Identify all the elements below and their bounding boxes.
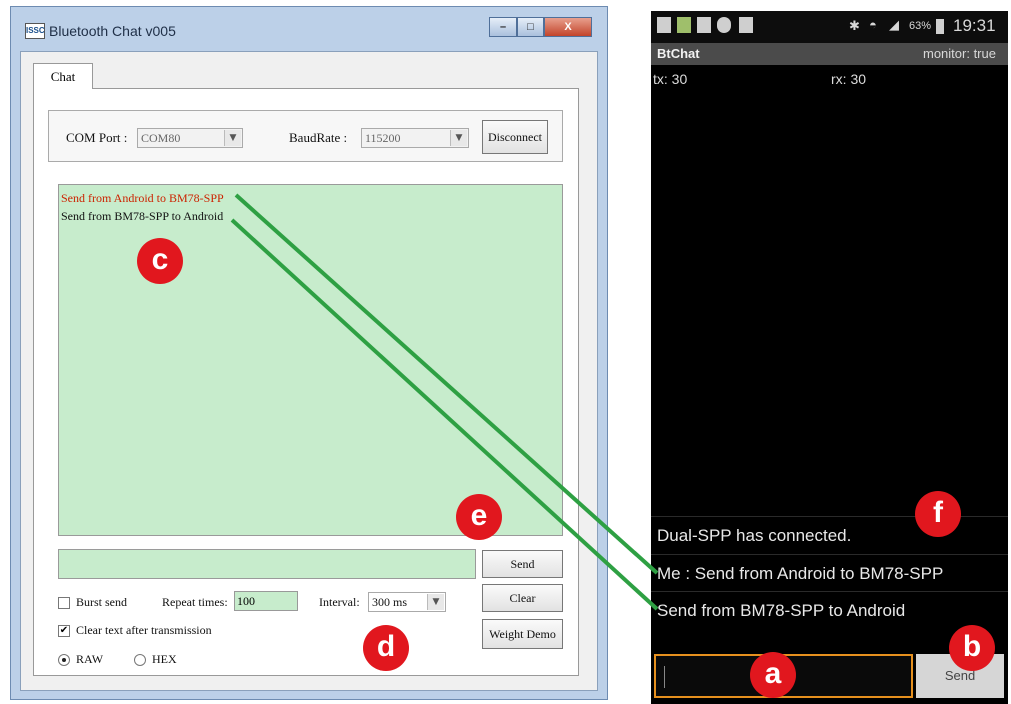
callout-badge-d: d bbox=[363, 625, 409, 671]
callout-badge-b: b bbox=[949, 625, 995, 671]
callout-badge-e: e bbox=[456, 494, 502, 540]
callout-badge-f: f bbox=[915, 491, 961, 537]
connector-line-sent bbox=[234, 193, 659, 575]
callout-badge-c: c bbox=[137, 238, 183, 284]
connector-lines bbox=[230, 193, 659, 611]
callout-badge-a: a bbox=[750, 652, 796, 698]
connector-line-received bbox=[230, 218, 659, 611]
